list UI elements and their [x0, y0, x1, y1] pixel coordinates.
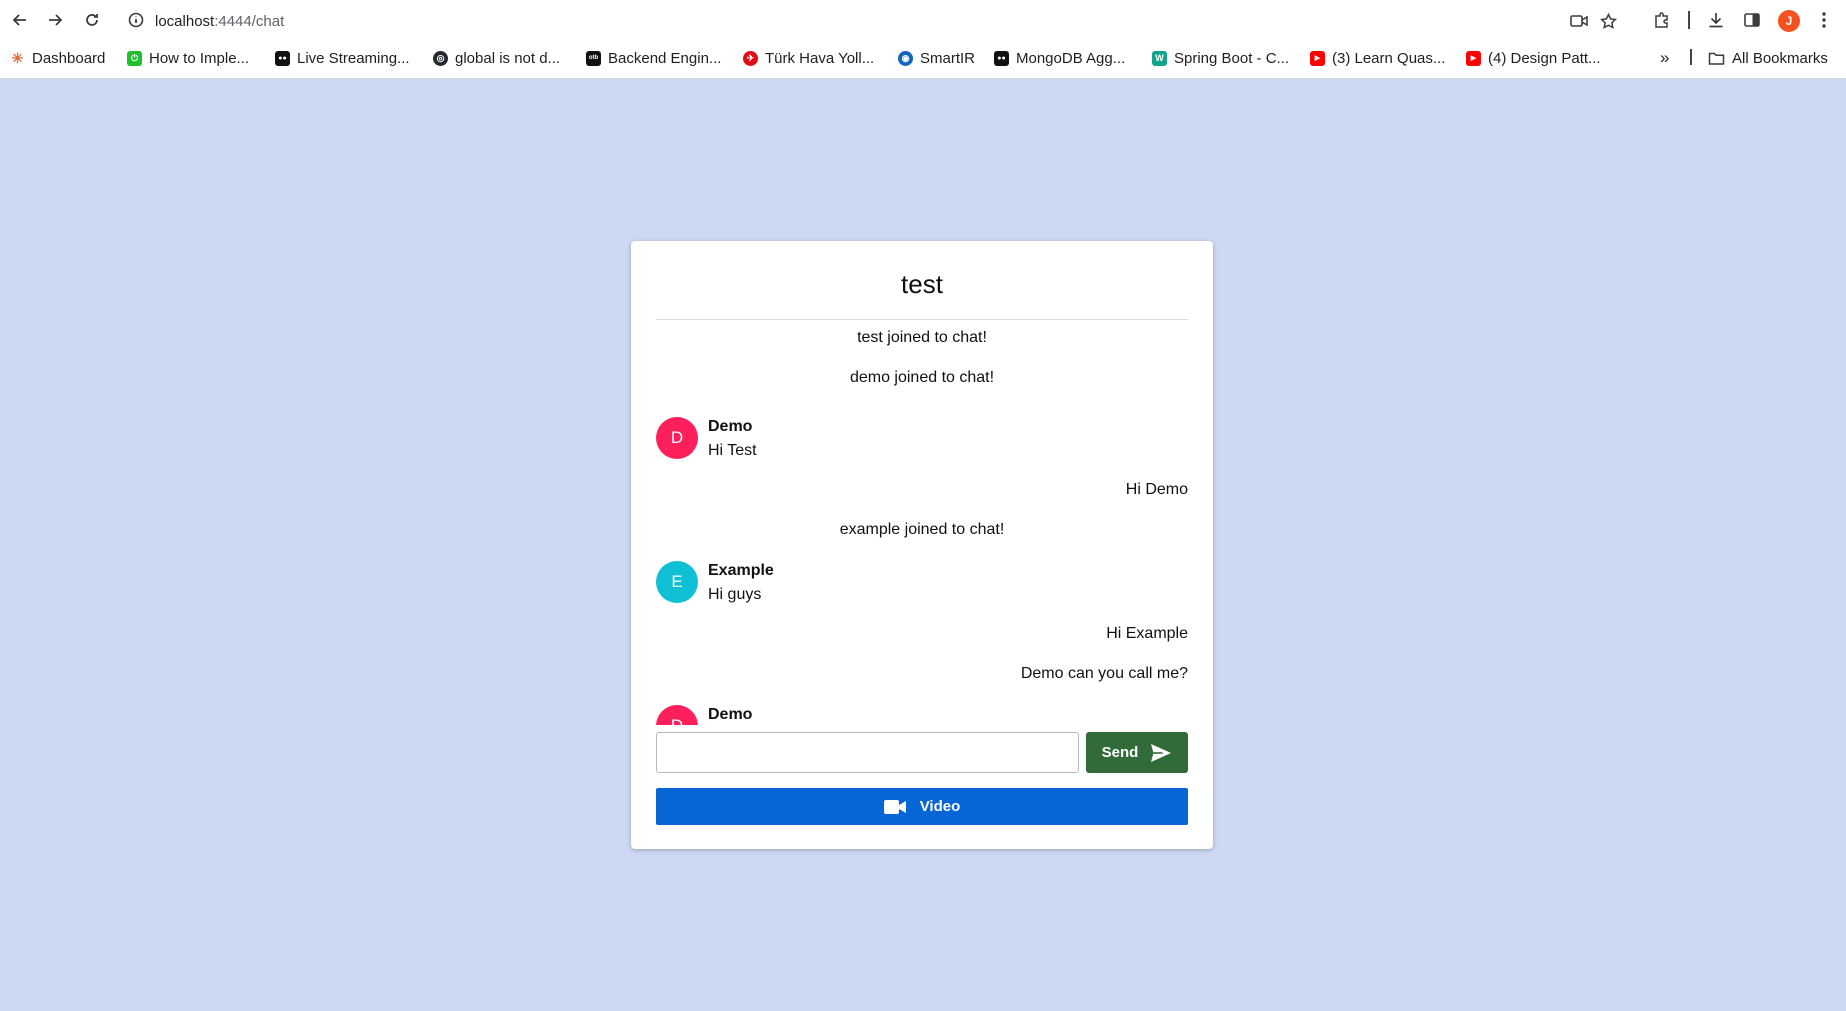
reload-icon — [86, 14, 98, 26]
bookmark-label: Türk Hava Yoll... — [765, 49, 875, 67]
bookmarks-separator — [1690, 49, 1692, 65]
bookmark-item[interactable]: ◎ global is not d... — [433, 48, 560, 68]
sender-name: Demo — [708, 418, 753, 435]
avatar: D — [656, 417, 698, 459]
side-panel-button[interactable] — [1741, 9, 1763, 31]
url-path: :4444/chat — [214, 13, 285, 30]
bookmark-label: How to Imple... — [149, 49, 250, 67]
arrow-left-icon — [12, 14, 26, 26]
url-text[interactable]: localhost:4444/chat — [155, 13, 284, 30]
bookmark-item[interactable]: W Spring Boot - C... — [1152, 48, 1289, 68]
bookmark-item[interactable]: ●● MongoDB Agg... — [994, 48, 1125, 68]
outgoing-message: Demo can you call me? — [1020, 665, 1188, 682]
all-bookmarks-button[interactable]: All Bookmarks — [1708, 48, 1828, 68]
bookmark-label: (4) Design Patt... — [1488, 49, 1601, 67]
menu-button[interactable] — [1813, 9, 1835, 31]
all-bookmarks-label: All Bookmarks — [1732, 49, 1828, 67]
bookmark-item[interactable]: ●● Live Streaming... — [275, 48, 410, 68]
bookmark-label: Backend Engin... — [608, 49, 722, 67]
bookmark-label: SmartIR — [920, 49, 976, 67]
medium-icon: ●● — [994, 50, 1009, 66]
incoming-message: E Example Hi guys — [656, 561, 1188, 605]
more-vert-icon — [1822, 12, 1826, 28]
avatar: E — [656, 561, 698, 603]
star-icon[interactable] — [1600, 13, 1617, 30]
github-icon: ◎ — [433, 50, 448, 66]
video-button[interactable]: Video — [656, 788, 1188, 825]
back-button[interactable] — [8, 8, 32, 32]
message-text: Hi guys — [708, 586, 762, 603]
system-message: example joined to chat! — [839, 521, 1005, 538]
message-input[interactable] — [656, 732, 1079, 773]
chat-card: test test joined to chat! demo joined to… — [631, 241, 1213, 849]
bookmark-label: MongoDB Agg... — [1016, 49, 1126, 67]
arrow-right-icon — [49, 14, 63, 26]
toolbar-separator — [1688, 11, 1690, 29]
bookmark-item[interactable]: ▶ (3) Learn Quas... — [1310, 48, 1445, 68]
bookmark-item[interactable]: ✈ Türk Hava Yoll... — [743, 48, 874, 68]
avatar: D — [656, 705, 698, 725]
medium-icon: ●● — [275, 50, 290, 66]
chat-title: test — [901, 269, 943, 299]
bookmark-label: (3) Learn Quas... — [1332, 49, 1446, 67]
bookmarks-bar: ✳ Dashboard ⏻ How to Imple... ●● Live Strea… — [0, 45, 1846, 71]
bookmark-item[interactable]: ▶ (4) Design Patt... — [1466, 48, 1601, 68]
bookmarks-overflow-button[interactable]: » — [1660, 48, 1669, 68]
browser-chrome: localhost:4444/chat J ✳ Dashboard ⏻ How to… — [0, 0, 1846, 79]
bookmark-item[interactable]: ◉ SmartIR — [898, 48, 975, 68]
puzzle-icon — [1655, 12, 1668, 28]
videocam-icon — [883, 799, 906, 814]
otb-icon: otb — [586, 50, 601, 66]
download-icon — [1709, 13, 1723, 28]
url-host: localhost — [155, 13, 215, 30]
video-label: Video — [919, 798, 961, 815]
outgoing-message: Hi Demo — [1125, 481, 1188, 498]
address-bar[interactable]: localhost:4444/chat — [118, 4, 1635, 37]
sender-name: Example — [708, 562, 774, 579]
send-icon — [1151, 743, 1172, 762]
extensions-button[interactable] — [1651, 9, 1673, 31]
outgoing-message: Hi Example — [1106, 625, 1188, 642]
title-divider — [656, 319, 1188, 320]
power-icon: ⏻ — [127, 50, 142, 66]
sender-name: Demo — [708, 706, 753, 723]
bookmark-item[interactable]: ✳ Dashboard — [10, 48, 105, 68]
info-icon[interactable] — [128, 12, 144, 28]
message-text: Hi Test — [708, 442, 757, 459]
bookmark-label: global is not d... — [455, 49, 561, 67]
airline-icon: ✈ — [743, 50, 758, 66]
bookmark-label: Dashboard — [32, 49, 106, 67]
incoming-message: D Demo Hi Test — [656, 417, 1188, 461]
folder-icon — [1708, 52, 1725, 65]
message-list[interactable]: test joined to chat! demo joined to chat… — [656, 321, 1188, 725]
side-panel-icon — [1744, 13, 1760, 27]
camera-icon[interactable] — [1570, 13, 1588, 29]
youtube-icon: ▶ — [1466, 50, 1481, 66]
incoming-message: D Demo — [656, 705, 1188, 725]
reload-button[interactable] — [80, 8, 104, 32]
dashboard-icon: ✳ — [10, 49, 25, 66]
w-icon: W — [1152, 50, 1167, 66]
bookmark-label: Live Streaming... — [297, 49, 410, 67]
send-button[interactable]: Send — [1086, 732, 1188, 773]
bookmark-label: Spring Boot - C... — [1174, 49, 1290, 67]
forward-button[interactable] — [43, 8, 67, 32]
youtube-icon: ▶ — [1310, 50, 1325, 66]
downloads-button[interactable] — [1705, 9, 1727, 31]
browser-toolbar: localhost:4444/chat J — [0, 0, 1846, 41]
send-label: Send — [1101, 744, 1139, 761]
smartir-icon: ◉ — [898, 50, 913, 66]
system-message: test joined to chat! — [857, 329, 987, 346]
system-message: demo joined to chat! — [849, 369, 995, 386]
bookmark-item[interactable]: otb Backend Engin... — [586, 48, 721, 68]
bookmark-item[interactable]: ⏻ How to Imple... — [127, 48, 249, 68]
profile-avatar[interactable]: J — [1778, 10, 1800, 32]
